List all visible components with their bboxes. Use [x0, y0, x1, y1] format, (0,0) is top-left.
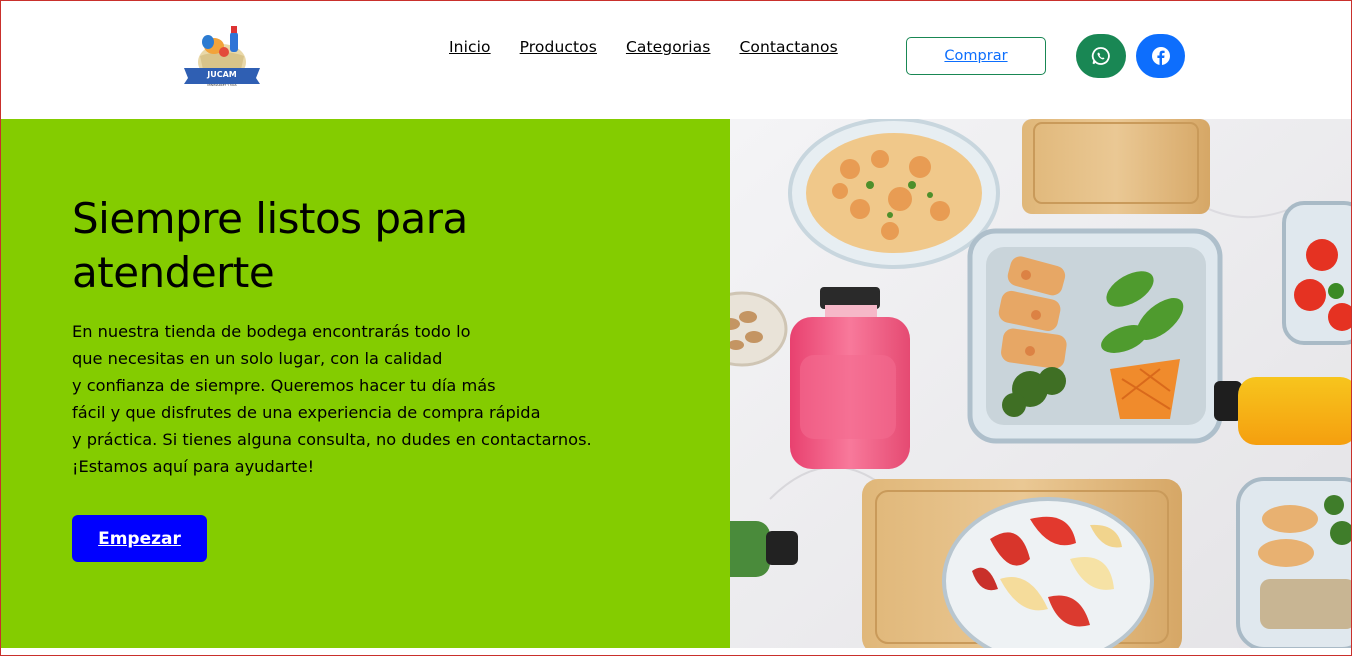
hero-description: En nuestra tienda de bodega encontrarás … [72, 318, 692, 480]
nav-productos[interactable]: Productos [520, 38, 597, 56]
brand-logo[interactable]: JUCAM MINIMARKET Y MAS [178, 22, 266, 88]
site-header: JUCAM MINIMARKET Y MAS Inicio Productos … [0, 0, 1352, 119]
facebook-button[interactable] [1136, 34, 1185, 78]
nav-contactanos[interactable]: Contactanos [739, 38, 837, 56]
hero-title-line: atenderte [72, 248, 275, 297]
hero-text-line: fácil y que disfrutes de una experiencia… [72, 403, 541, 422]
food-photo-illustration [730, 119, 1352, 648]
facebook-icon [1151, 47, 1170, 65]
hero-text-line: y práctica. Si tienes alguna consulta, n… [72, 430, 592, 449]
hero-title: Siempre listos para atenderte [72, 192, 672, 300]
hero-text-line: En nuestra tienda de bodega encontrarás … [72, 322, 471, 341]
svg-text:JUCAM: JUCAM [206, 70, 237, 79]
hero-title-line: Siempre listos para [72, 194, 468, 243]
whatsapp-icon [1091, 47, 1110, 65]
nav-inicio[interactable]: Inicio [449, 38, 491, 56]
nav-categorias[interactable]: Categorias [626, 38, 711, 56]
hero-text-line: que necesitas en un solo lugar, con la c… [72, 349, 443, 368]
main-nav: Inicio Productos Categorias Contactanos [449, 38, 838, 56]
hero-image [730, 119, 1352, 648]
hero-text-line: ¡Estamos aquí para ayudarte! [72, 457, 315, 476]
start-button[interactable]: Empezar [72, 515, 207, 562]
svg-text:MINIMARKET Y MAS: MINIMARKET Y MAS [207, 83, 236, 87]
hero-text-line: y confianza de siempre. Queremos hacer t… [72, 376, 496, 395]
bottom-strip [0, 648, 1352, 656]
whatsapp-button[interactable] [1076, 34, 1126, 78]
buy-button[interactable]: Comprar [906, 37, 1046, 75]
